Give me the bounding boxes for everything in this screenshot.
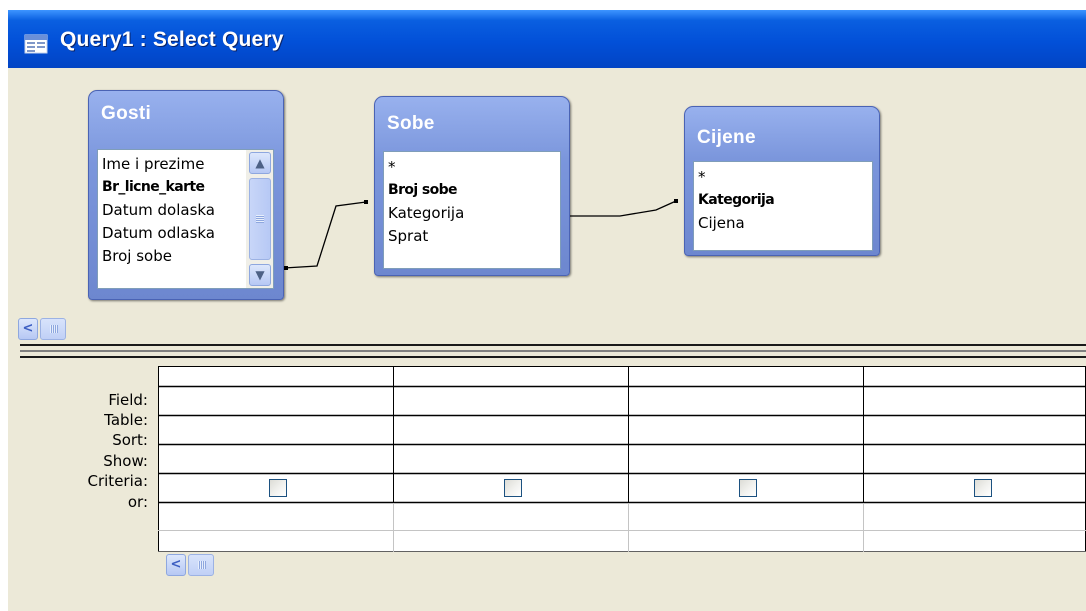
row-label-table: Table: [104, 411, 148, 429]
show-checkbox-2[interactable] [504, 479, 522, 497]
field-item[interactable]: Datum odlaska [98, 222, 246, 245]
window-title: Query1 : Select Query [60, 28, 284, 51]
field-item[interactable]: Cijena [694, 212, 872, 235]
scroll-left-arrow-icon[interactable]: < [18, 318, 38, 340]
design-grid-horizontal-scrollbar[interactable]: < [166, 554, 246, 576]
row-label-or: or: [127, 493, 148, 511]
scroll-down-arrow-icon[interactable]: ▼ [249, 264, 271, 286]
grid-cell-or-3[interactable] [630, 532, 862, 551]
grid-cell-sort-2[interactable] [395, 446, 627, 472]
vertical-scrollbar[interactable]: ▲ ▼ [246, 150, 273, 288]
grid-cell-field-4[interactable] [865, 388, 1085, 414]
join-line-sobe-cijene [568, 200, 677, 217]
grid-cell-or-4[interactable] [865, 532, 1085, 551]
grid-cell-or-1[interactable] [160, 532, 392, 551]
grid-cell-table-1[interactable] [160, 417, 392, 443]
grid-cell-sort-4[interactable] [865, 446, 1085, 472]
show-checkbox-1[interactable] [269, 479, 287, 497]
field-item-all[interactable]: * [384, 156, 560, 179]
field-list-body: Ime i prezime Br_licne_karte Datum dolas… [97, 149, 274, 289]
grid-cell-sort-3[interactable] [630, 446, 862, 472]
scroll-thumb[interactable] [249, 178, 271, 260]
field-item-primary-key[interactable]: Broj sobe [384, 179, 560, 202]
query-window-icon [24, 34, 48, 54]
design-grid [158, 366, 1086, 552]
field-list-cijene[interactable]: Cijene * Kategorija Cijena [684, 106, 880, 256]
scroll-thumb[interactable] [40, 318, 66, 340]
field-list-body: * Broj sobe Kategorija Sprat [383, 151, 561, 269]
field-list-body: * Kategorija Cijena [693, 161, 873, 251]
query-window: Query1 : Select Query Gosti Ime i prezim… [8, 10, 1086, 611]
field-item[interactable]: Datum dolaska [98, 199, 246, 222]
design-grid-pane: Field: Table: Sort: Show: Criteria: or: [8, 358, 1086, 611]
table-pane-horizontal-scrollbar[interactable]: < [18, 318, 98, 340]
row-label-sort: Sort: [112, 431, 148, 449]
field-item-primary-key[interactable]: Kategorija [694, 189, 872, 212]
grid-cell-field-2[interactable] [395, 388, 627, 414]
field-list-sobe[interactable]: Sobe * Broj sobe Kategorija Sprat [374, 96, 570, 276]
grid-cell-sort-1[interactable] [160, 446, 392, 472]
scroll-up-arrow-icon[interactable]: ▲ [249, 152, 271, 174]
grid-cell-criteria-4[interactable] [865, 504, 1085, 529]
row-label-show: Show: [103, 452, 148, 470]
show-checkbox-3[interactable] [739, 479, 757, 497]
grid-cell-table-4[interactable] [865, 417, 1085, 443]
row-label-criteria: Criteria: [87, 472, 149, 490]
grid-cell-table-3[interactable] [630, 417, 862, 443]
show-checkbox-4[interactable] [974, 479, 992, 497]
grid-cell-criteria-3[interactable] [630, 504, 862, 529]
title-bar[interactable]: Query1 : Select Query [8, 10, 1086, 68]
field-list-title: Sobe [387, 113, 435, 134]
row-label-field: Field: [108, 391, 148, 409]
field-list-title: Cijene [697, 127, 756, 148]
grid-cell-criteria-2[interactable] [395, 504, 627, 529]
grid-cell-field-1[interactable] [160, 388, 392, 414]
field-item[interactable]: Ime i prezime [98, 153, 246, 176]
scroll-left-arrow-icon[interactable]: < [166, 554, 186, 576]
field-list-gosti[interactable]: Gosti Ime i prezime Br_licne_karte Datum… [88, 90, 284, 300]
grid-cell-table-2[interactable] [395, 417, 627, 443]
grid-cell-field-3[interactable] [630, 388, 862, 414]
grid-cell-criteria-1[interactable] [160, 504, 392, 529]
table-pane: Gosti Ime i prezime Br_licne_karte Datum… [8, 68, 1086, 344]
field-list-title: Gosti [101, 103, 152, 124]
field-item-all[interactable]: * [694, 166, 872, 189]
scroll-thumb[interactable] [188, 554, 214, 576]
grid-cell-or-2[interactable] [395, 532, 627, 551]
join-line-gosti-sobe [283, 201, 367, 269]
pane-splitter[interactable] [20, 344, 1086, 358]
field-item[interactable]: Broj sobe [98, 245, 246, 268]
field-item[interactable]: Sprat [384, 225, 560, 248]
field-item-primary-key[interactable]: Br_licne_karte [98, 176, 246, 199]
field-item[interactable]: Kategorija [384, 202, 560, 225]
